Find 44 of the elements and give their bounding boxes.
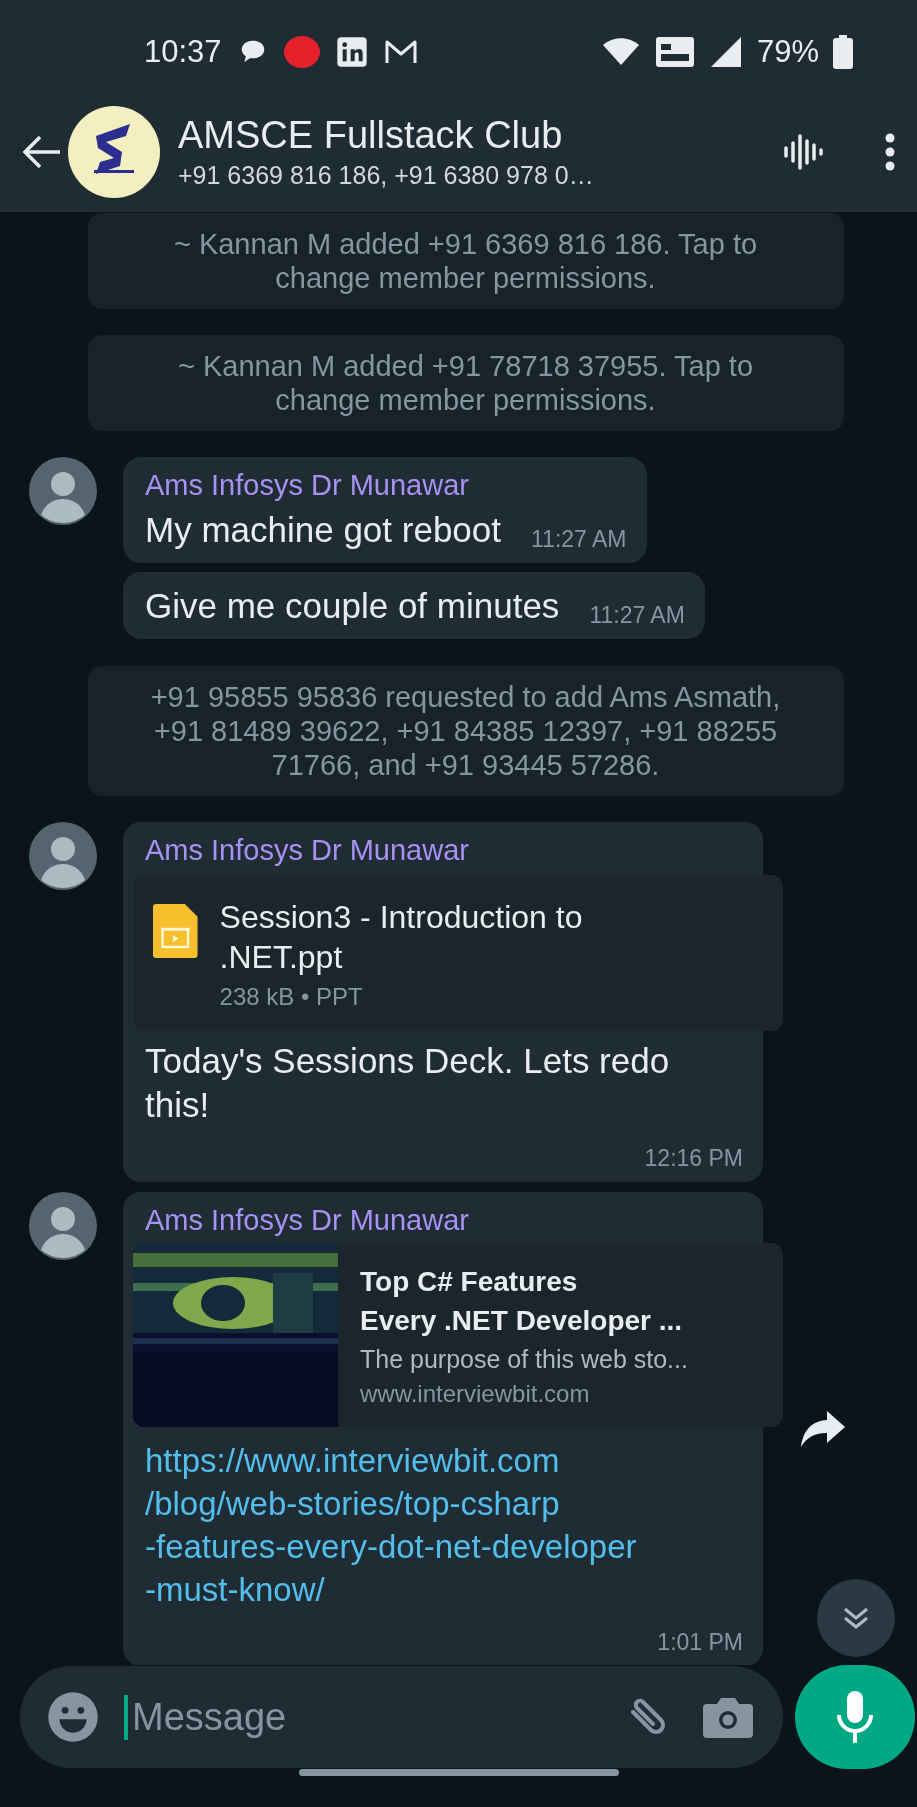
message-text: My machine got reboot [145, 509, 501, 551]
message-time: 1:01 PM [657, 1629, 743, 1656]
link-title: Every .NET Developer ... [360, 1303, 684, 1338]
vowifi-icon [654, 36, 695, 68]
system-message: ~ Kannan M added +91 78718 37955. Tap to change member permissions. [87, 335, 844, 431]
avatar [29, 822, 97, 890]
link-preview[interactable]: Top C# Features Every .NET Developer ... The purpose of this web sto... www.interviewbit.com [133, 1243, 783, 1427]
file-details: 238 kB • PPT [219, 983, 364, 1011]
member-list: +91 6369 816 186, +91 6380 978 0… [178, 161, 783, 190]
sender-name: Ams Infosys Dr Munawar [145, 469, 470, 502]
avatar [29, 1192, 97, 1260]
voice-wave-icon[interactable] [783, 132, 825, 172]
message-time: 11:27 AM [589, 602, 685, 629]
avatar [29, 457, 97, 525]
document-attachment[interactable]: Session3 - Introduction to .NET.ppt 238 kB • PPT [133, 875, 783, 1031]
square-logo-icon [335, 36, 368, 68]
mail-icon [383, 38, 418, 66]
link-title: Top C# Features [360, 1264, 579, 1299]
wifi-icon [600, 37, 641, 67]
message-input[interactable]: Message [124, 1694, 601, 1740]
clock-time: 10:37 [144, 34, 222, 70]
system-message: ~ Kannan M added +91 6369 816 186. Tap to change member permissions. [87, 213, 844, 309]
message-time: 11:27 AM [531, 526, 627, 553]
message-text: Today's Sessions Deck. Lets redo this! [145, 1040, 671, 1126]
share-arrow-icon[interactable] [799, 1409, 847, 1449]
message-time: 12:16 PM [644, 1145, 743, 1172]
message-field[interactable]: Message [20, 1666, 783, 1768]
emoji-icon[interactable] [46, 1690, 100, 1744]
sender-name: Ams Infosys Dr Munawar [145, 834, 470, 867]
group-logo[interactable] [68, 106, 160, 198]
battery-icon [833, 35, 853, 69]
battery-percentage: 79% [756, 34, 819, 70]
system-message: +91 95855 95836 requested to add Ams Asmath, +91 81489 39622, +91 84385 12397, +91 88255 71766, and +91 93445 57286. [87, 666, 844, 796]
file-name: Session3 - Introduction to .NET.ppt [219, 898, 584, 977]
back-arrow-icon[interactable] [22, 134, 62, 170]
circle-logo-icon [283, 36, 320, 68]
url-link[interactable]: https://www.interviewbit.com /blog/web-stories/top-csharp -features-every-dot-net-developer -must-know/ [145, 1439, 637, 1611]
sender-name: Ams Infosys Dr Munawar [145, 1204, 470, 1237]
more-options-icon[interactable] [883, 132, 897, 172]
camera-icon[interactable] [703, 1696, 753, 1738]
link-domain: www.interviewbit.com [360, 1379, 591, 1408]
chat-title[interactable]: AMSCE Fullstack Club [178, 114, 783, 157]
link-description: The purpose of this web sto... [360, 1344, 688, 1374]
message-text: Give me couple of minutes [145, 585, 560, 627]
